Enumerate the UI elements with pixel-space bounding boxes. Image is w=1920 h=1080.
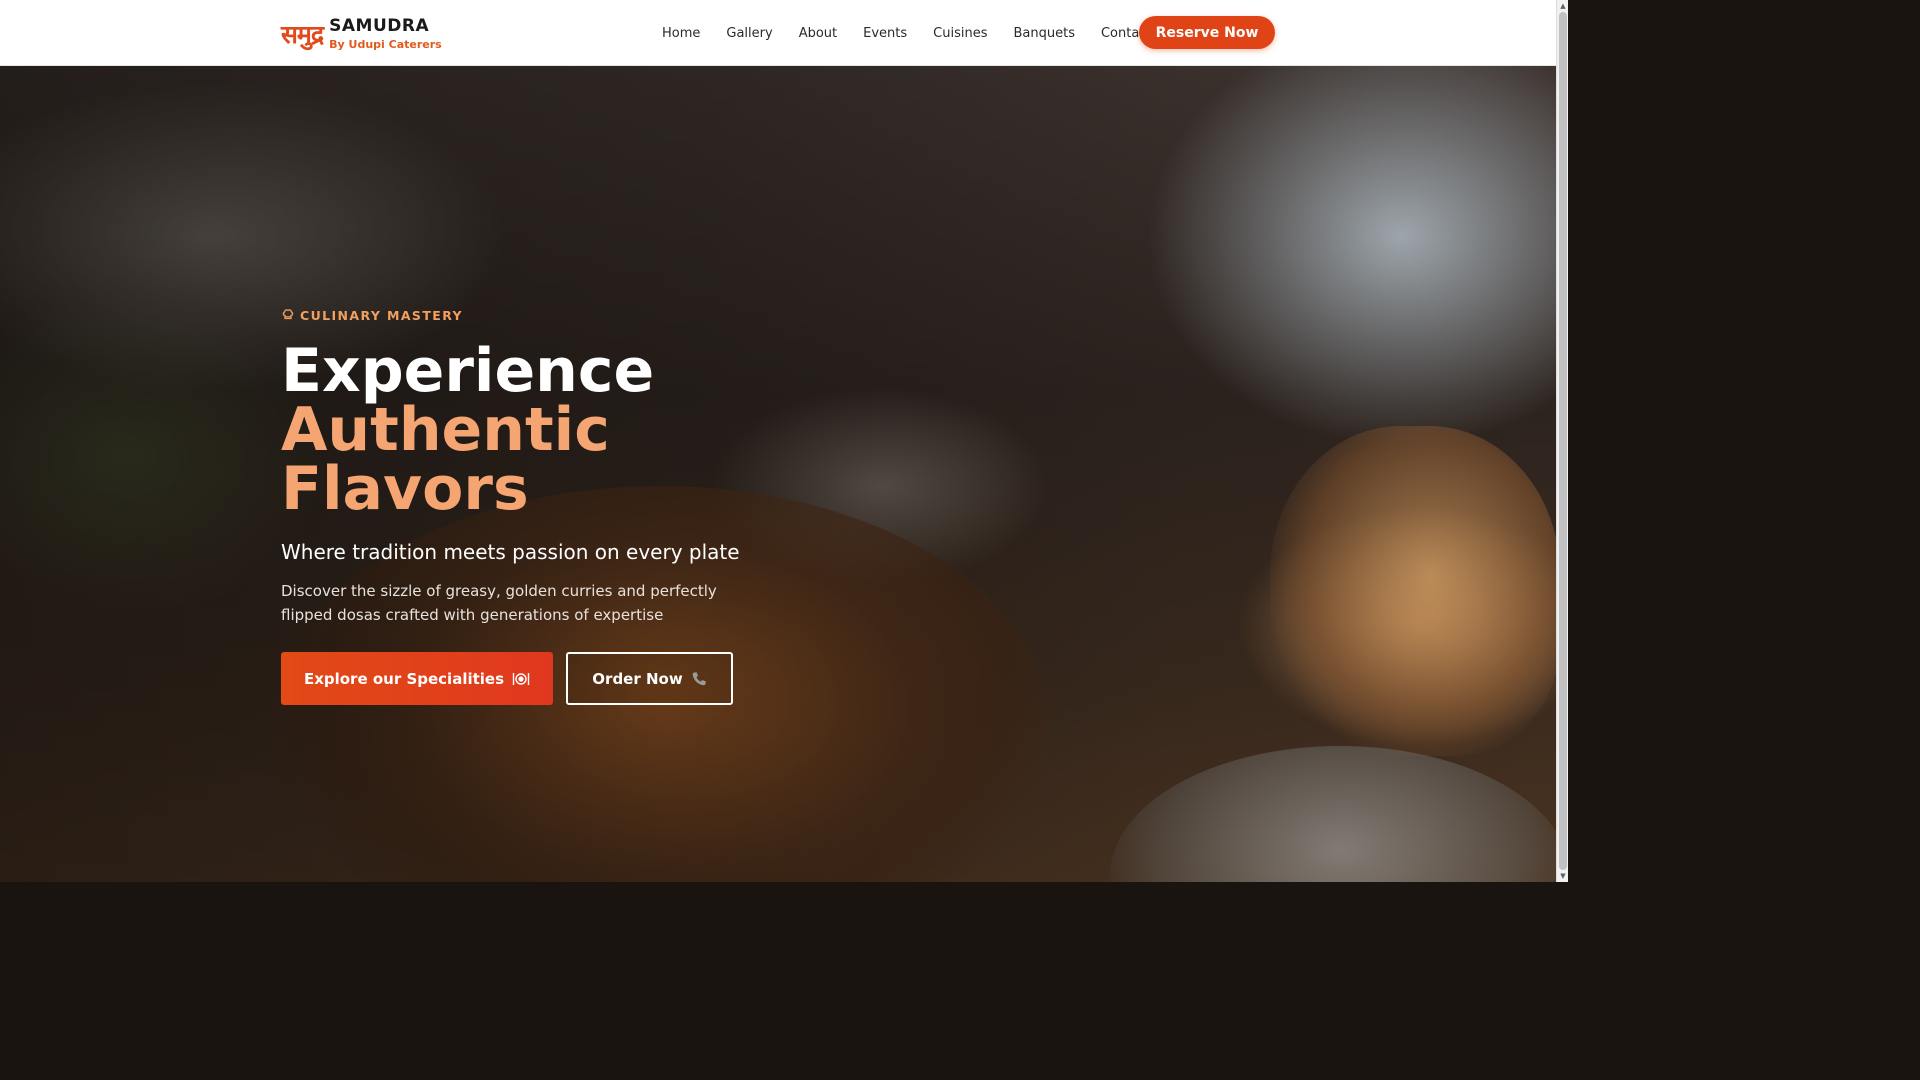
logo-name: SAMUDRA <box>329 16 430 36</box>
explore-specialities-label: Explore our Specialities <box>303 669 505 688</box>
logo-text: SAMUDRA By Udupi Caterers <box>329 17 442 52</box>
reserve-now-button[interactable]: Reserve Now <box>1139 16 1275 49</box>
site-header: समुद्र SAMUDRA By Udupi Caterers Home Ga… <box>0 0 1556 66</box>
hero-description: Discover the sizzle of greasy, golden cu… <box>281 582 717 624</box>
hero-subtitle: Where tradition meets passion on every p… <box>281 540 740 564</box>
logo-devanagari: समुद्र <box>281 19 324 49</box>
hero-section: CULINARY MASTERY Experience Authentic Fl… <box>0 66 1556 882</box>
logo[interactable]: समुद्र SAMUDRA By Udupi Caterers <box>281 17 442 52</box>
explore-specialities-button[interactable]: Explore our Specialities <box>281 652 553 705</box>
order-now-button[interactable]: Order Now <box>566 652 733 705</box>
main-nav: Home Gallery About Events Cuisines Banqu… <box>649 0 1165 66</box>
hero-eyebrow-text: CULINARY MASTERY <box>300 308 463 323</box>
hero-title-line-1: Experience <box>281 336 655 406</box>
hero-title: Experience Authentic Flavors <box>281 336 655 524</box>
scrollbar-thumb[interactable] <box>1559 12 1567 870</box>
scroll-down-arrow-icon[interactable]: ▼ <box>1559 872 1567 880</box>
hero-eyebrow: CULINARY MASTERY <box>282 308 463 323</box>
hero-title-line-3: Flavors <box>281 454 529 524</box>
order-now-label: Order Now <box>592 669 683 688</box>
plate-cutlery-icon <box>512 671 530 687</box>
page-scrollbar[interactable]: ▲ ▼ <box>1556 0 1568 882</box>
nav-home[interactable]: Home <box>649 26 713 41</box>
nav-about[interactable]: About <box>786 26 850 41</box>
hero-overlay <box>0 66 1556 882</box>
nav-banquets[interactable]: Banquets <box>1000 26 1087 41</box>
nav-events[interactable]: Events <box>850 26 920 41</box>
logo-tagline: By Udupi Caterers <box>329 38 442 51</box>
nav-cuisines[interactable]: Cuisines <box>920 26 1000 41</box>
scroll-up-arrow-icon[interactable]: ▲ <box>1559 2 1567 10</box>
hero-title-line-2: Authentic <box>281 395 610 465</box>
chef-hat-icon <box>282 308 300 323</box>
nav-gallery[interactable]: Gallery <box>713 26 785 41</box>
phone-icon <box>691 671 707 687</box>
